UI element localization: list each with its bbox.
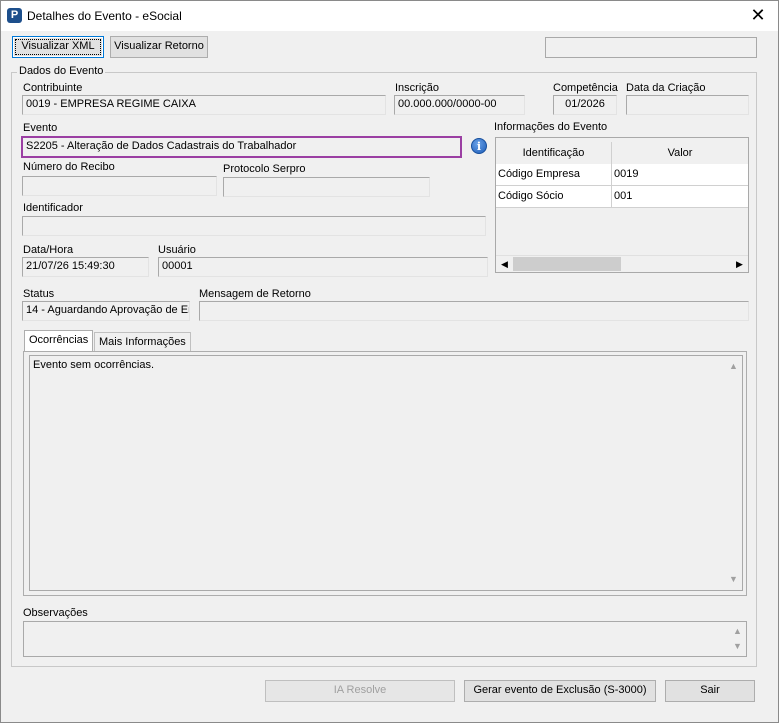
table-row[interactable]: Código Empresa 0019	[496, 164, 748, 186]
usuario-field[interactable]: 00001	[158, 257, 488, 277]
grid-horizontal-scrollbar[interactable]: ◀ ▶	[496, 255, 748, 272]
contribuinte-field[interactable]: 0019 - EMPRESA REGIME CAIXA	[22, 95, 386, 115]
competencia-label: Competência	[553, 82, 618, 94]
usuario-label: Usuário	[158, 244, 196, 256]
dados-evento-group-title: Dados do Evento	[17, 65, 106, 77]
scroll-down-icon[interactable]: ▼	[729, 638, 746, 655]
scroll-right-icon[interactable]: ▶	[731, 256, 748, 272]
grid-header-identificacao[interactable]: Identificação	[496, 142, 612, 164]
top-right-field	[545, 37, 757, 58]
tab-panel: Evento sem ocorrências. ▲ ▼	[23, 351, 747, 596]
title-bar: P Detalhes do Evento - eSocial ✕	[1, 1, 778, 31]
status-field[interactable]: 14 - Aguardando Aprovação de Er	[22, 301, 190, 321]
inscricao-field[interactable]: 00.000.000/0000-00	[394, 95, 525, 115]
data-hora-label: Data/Hora	[23, 244, 74, 256]
close-icon[interactable]: ✕	[738, 1, 778, 31]
grid-header-valor[interactable]: Valor	[612, 142, 748, 164]
view-xml-button[interactable]: Visualizar XML	[12, 36, 104, 58]
numero-recibo-field[interactable]	[22, 176, 217, 196]
grid-cell-valor[interactable]: 0019	[612, 164, 748, 186]
contribuinte-label: Contribuinte	[23, 82, 83, 94]
evento-field[interactable]: S2205 - Alteração de Dados Cadastrais do…	[21, 136, 462, 158]
view-return-button[interactable]: Visualizar Retorno	[110, 36, 208, 58]
scroll-up-icon[interactable]: ▲	[725, 358, 742, 375]
data-criacao-label: Data da Criação	[626, 82, 706, 94]
grid-cell-identificacao[interactable]: Código Empresa	[496, 164, 612, 186]
competencia-field[interactable]: 01/2026	[553, 95, 617, 115]
sair-button[interactable]: Sair	[665, 680, 755, 702]
grid-header: Identificação Valor	[496, 142, 748, 164]
grid-cell-valor[interactable]: 001	[612, 186, 748, 208]
status-label: Status	[23, 288, 55, 300]
info-icon[interactable]: i	[471, 138, 487, 154]
data-criacao-field[interactable]	[626, 95, 749, 115]
mensagem-retorno-field[interactable]	[199, 301, 749, 321]
table-row[interactable]: Código Sócio 001	[496, 186, 748, 208]
tab-mais-informacoes[interactable]: Mais Informações	[94, 332, 191, 352]
ocorrencias-memo[interactable]: Evento sem ocorrências. ▲ ▼	[29, 355, 743, 591]
observacoes-label: Observações	[23, 607, 88, 619]
tab-ocorrencias[interactable]: Ocorrências	[24, 330, 94, 352]
data-hora-field[interactable]: 21/07/26 15:49:30	[22, 257, 149, 277]
identificador-label: Identificador	[23, 202, 83, 214]
scroll-down-icon[interactable]: ▼	[725, 571, 742, 588]
obs-vertical-scrollbar[interactable]: ▲ ▼	[729, 622, 746, 656]
scroll-thumb[interactable]	[513, 257, 621, 271]
ia-resolve-button[interactable]: IA Resolve	[265, 680, 455, 702]
protocolo-field[interactable]	[223, 177, 430, 197]
grid-cell-identificacao[interactable]: Código Sócio	[496, 186, 612, 208]
window-title: Detalhes do Evento - eSocial	[27, 9, 182, 23]
evento-label: Evento	[23, 122, 58, 134]
gerar-exclusao-button[interactable]: Gerar evento de Exclusão (S-3000)	[464, 680, 656, 702]
info-evento-grid[interactable]: Identificação Valor Código Empresa 0019 …	[495, 137, 749, 273]
observacoes-field[interactable]: ▲ ▼	[23, 621, 747, 657]
scroll-left-icon[interactable]: ◀	[496, 256, 513, 272]
identificador-field[interactable]	[22, 216, 486, 236]
memo-vertical-scrollbar[interactable]: ▲ ▼	[725, 356, 742, 590]
mensagem-retorno-label: Mensagem de Retorno	[199, 288, 311, 300]
numero-recibo-label: Número do Recibo	[23, 161, 115, 173]
protocolo-label: Protocolo Serpro	[223, 163, 306, 175]
ocorrencias-text: Evento sem ocorrências.	[33, 359, 155, 371]
app-logo-icon: P	[7, 8, 22, 23]
inscricao-label: Inscrição	[395, 82, 440, 94]
event-details-window: P Detalhes do Evento - eSocial ✕ Visuali…	[0, 0, 779, 723]
info-evento-title: Informações do Evento	[494, 121, 608, 133]
